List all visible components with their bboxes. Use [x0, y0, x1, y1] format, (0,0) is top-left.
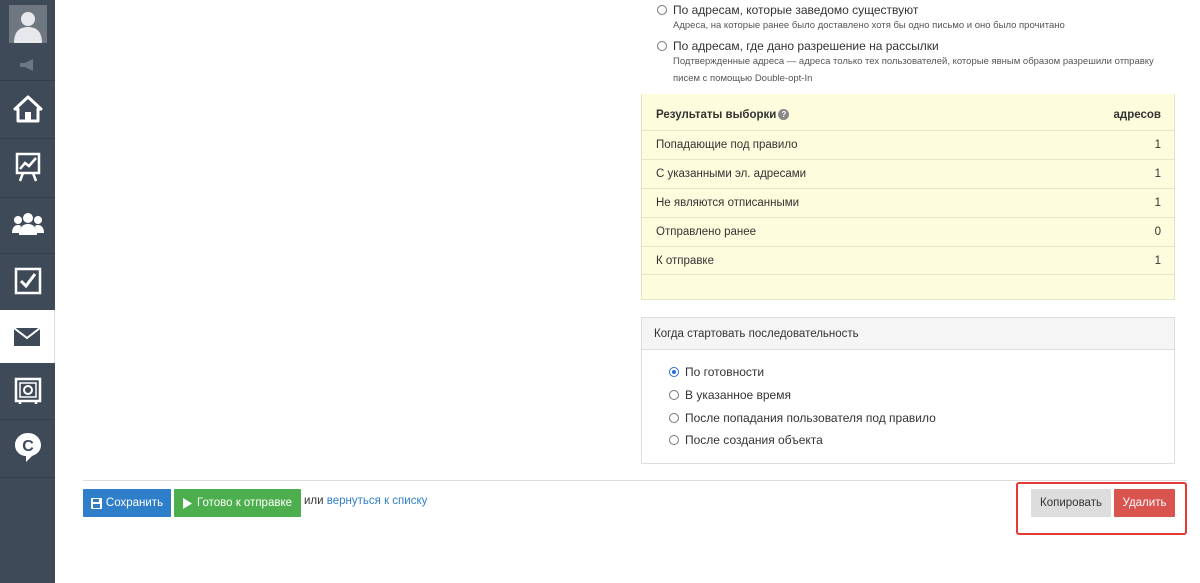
radio-object[interactable]	[669, 435, 679, 445]
start-panel-title: Когда стартовать последовательность	[642, 318, 1174, 350]
users-icon[interactable]	[0, 201, 55, 247]
results-row: С указанными эл. адресами 1	[642, 159, 1175, 188]
svg-text:C: C	[22, 438, 34, 455]
megaphone-icon[interactable]	[0, 53, 55, 77]
start-option-label: В указанное время	[685, 388, 791, 402]
chart-icon[interactable]	[0, 144, 55, 190]
results-row: Не являются отписанными 1	[642, 188, 1175, 217]
address-option-permitted-label: По адресам, где дано разрешение на рассы…	[673, 39, 939, 53]
results-row-value: 1	[1154, 197, 1161, 209]
copy-button[interactable]: Копировать	[1031, 489, 1111, 517]
results-column-header: адресов	[1113, 108, 1161, 121]
help-icon[interactable]: ?	[778, 108, 790, 120]
results-row-value: 1	[1154, 168, 1161, 180]
footer-divider	[83, 480, 1187, 481]
results-title: Результаты выборки	[656, 108, 777, 121]
results-row-value: 0	[1154, 226, 1161, 238]
start-option-ready[interactable]: По готовности	[669, 365, 764, 379]
results-row-label: Попадающие под правило	[656, 139, 798, 151]
floppy-disk-icon	[90, 497, 102, 509]
radio-time[interactable]	[669, 390, 679, 400]
radio-existing[interactable]	[657, 5, 667, 15]
results-row-value: 1	[1154, 139, 1161, 151]
user-avatar-icon[interactable]	[0, 0, 55, 47]
results-panel: Результаты выборки? адресов Попадающие п…	[641, 94, 1175, 300]
address-option-permitted-hint-1: Подтвержденные адреса — адреса только те…	[673, 56, 1154, 67]
results-title-wrap: Результаты выборки?	[656, 108, 790, 121]
start-option-rule[interactable]: После попадания пользователя под правило	[669, 411, 936, 425]
start-option-label: После создания объекта	[685, 433, 823, 447]
start-option-object[interactable]: После создания объекта	[669, 433, 823, 447]
chat-c-icon[interactable]: C	[0, 424, 55, 470]
delete-button[interactable]: Удалить	[1114, 489, 1175, 517]
back-to-list-link[interactable]: вернуться к списку	[327, 495, 428, 507]
results-row: Попадающие под правило 1	[642, 130, 1175, 159]
address-option-permitted-hint-2: писем с помощью Double-opt-In	[673, 73, 813, 84]
radio-rule[interactable]	[669, 413, 679, 423]
address-option-existing[interactable]: По адресам, которые заведомо существуют	[657, 3, 918, 17]
safe-icon[interactable]	[0, 368, 55, 414]
results-row: К отправке 1	[642, 246, 1175, 275]
footer-back-text: или вернуться к списку	[304, 495, 427, 507]
radio-permitted[interactable]	[657, 41, 667, 51]
results-row-label: Не являются отписанными	[656, 197, 800, 209]
save-button-label: Сохранить	[105, 497, 164, 509]
checkbox-icon[interactable]	[0, 258, 55, 304]
results-row-label: К отправке	[656, 254, 714, 267]
address-option-existing-hint: Адреса, на которые ранее было доставлено…	[673, 20, 1065, 31]
home-icon[interactable]	[0, 86, 55, 132]
radio-ready[interactable]	[669, 367, 679, 377]
start-option-time[interactable]: В указанное время	[669, 388, 791, 402]
envelope-icon[interactable]	[0, 310, 55, 363]
address-option-permitted[interactable]: По адресам, где дано разрешение на рассы…	[657, 39, 939, 53]
ready-button[interactable]: Готово к отправке	[174, 489, 301, 517]
results-row: Отправлено ранее 0	[642, 217, 1175, 246]
save-button[interactable]: Сохранить	[83, 489, 171, 517]
ready-button-label: Готово к отправке	[196, 497, 293, 509]
footer-or-text: или	[304, 495, 324, 507]
play-icon	[182, 497, 192, 509]
sidebar: C	[0, 0, 55, 583]
results-header: Результаты выборки? адресов	[642, 100, 1175, 129]
results-row-label: Отправлено ранее	[656, 226, 757, 238]
results-row-value: 1	[1154, 254, 1161, 267]
results-row-label: С указанными эл. адресами	[656, 168, 807, 180]
start-option-label: После попадания пользователя под правило	[685, 411, 936, 425]
address-option-existing-label: По адресам, которые заведомо существуют	[673, 3, 919, 17]
start-option-label: По готовности	[685, 365, 765, 379]
